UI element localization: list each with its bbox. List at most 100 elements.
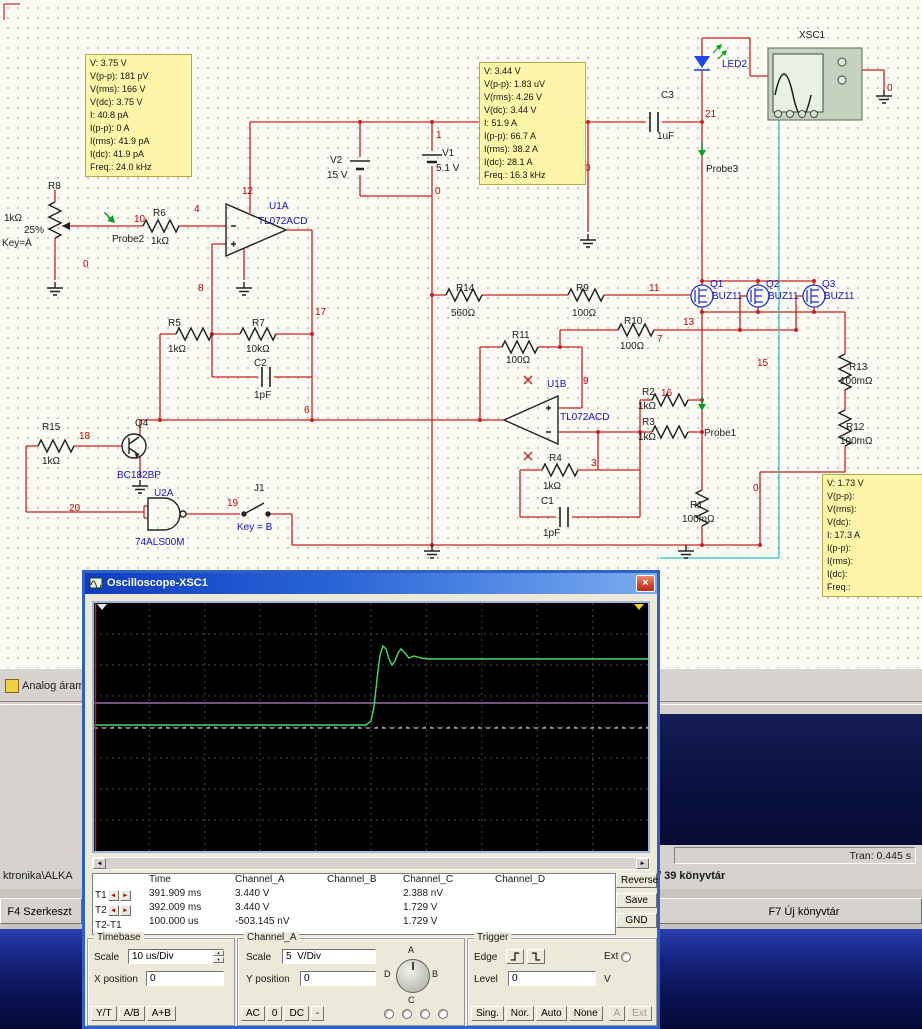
- trigger-ext-radio[interactable]: [621, 951, 632, 962]
- a-button[interactable]: A: [608, 1006, 626, 1021]
- probe-reading: I(rms): 38.2 A: [484, 144, 539, 154]
- xsc1-instrument-icon[interactable]: [767, 47, 863, 121]
- f4-edit-button[interactable]: F4 Szerkeszt: [0, 898, 82, 924]
- trigger-level-input[interactable]: [508, 971, 596, 986]
- titlebar[interactable]: Oscilloscope-XSC1 ×: [85, 573, 657, 594]
- knob-letter: A: [408, 945, 415, 955]
- schematic-sheet[interactable]: R8 1kΩ 25% Key=A Probe2 R6 1kΩ R5 1kΩ R7 10kΩ C2 1pF…: [0, 0, 922, 668]
- timebase-scale-spinner[interactable]: ▲ ▼: [213, 950, 224, 963]
- cursor-value: 3.440 V: [235, 902, 270, 913]
- led-symbol[interactable]: [694, 44, 727, 71]
- cursor-prev-button[interactable]: ◄: [107, 890, 119, 901]
- cursor-label: T1: [95, 890, 107, 901]
- ac-button[interactable]: AC: [241, 1006, 265, 1021]
- channel-select-knob[interactable]: [396, 959, 430, 993]
- timebase-xpos-label: X position: [94, 974, 138, 985]
- probe-reading: V(dc): 3.44 V: [484, 105, 537, 115]
- column-header: Time: [149, 874, 171, 885]
- probe-reading: V(rms): 4.26 V: [484, 92, 543, 102]
- cursor-label: T2: [95, 905, 107, 916]
- cursor-value: 1.729 V: [403, 916, 438, 927]
- a-b-button[interactable]: A+B: [146, 1006, 176, 1021]
- save-button[interactable]: Save: [616, 893, 657, 908]
- probe-arrows[interactable]: [100, 141, 707, 412]
- none-button[interactable]: None: [568, 1006, 603, 1021]
- channel-radio[interactable]: [420, 1009, 430, 1019]
- timebase-xpos-input[interactable]: [146, 971, 224, 986]
- rising-edge-button[interactable]: [506, 949, 524, 964]
- cursor-next-button[interactable]: ►: [119, 905, 131, 916]
- timebase-legend: Timebase: [94, 932, 144, 943]
- channel-a-group: Channel_A Scale Y position AC0DC- A B C D: [237, 932, 465, 1026]
- probe-reading: V(p-p): 181 pV: [90, 71, 149, 81]
- probe-reading: I(dc): 28.1 A: [484, 157, 533, 167]
- channel-a-ypos-input[interactable]: [300, 971, 376, 986]
- cursor-value: 2.388 nV: [403, 888, 444, 899]
- scope-hscrollbar[interactable]: ◄ ►: [92, 857, 650, 870]
- trigger-legend: Trigger: [474, 932, 512, 943]
- reverse-button[interactable]: Reverse: [616, 873, 658, 888]
- probe-reading: V(rms): 166 V: [90, 84, 146, 94]
- --button[interactable]: -: [310, 1006, 325, 1021]
- toolbar-icon[interactable]: [5, 679, 19, 693]
- sheet-border-corner: [3, 3, 20, 20]
- a-b-button[interactable]: A/B: [118, 1006, 145, 1021]
- scope-channel-wire[interactable]: [660, 120, 780, 559]
- channel-a-coupling-buttons: AC 0 DC -: [241, 1006, 325, 1021]
- probe-reading: I(rms):: [827, 556, 853, 566]
- cursor1-marker-icon[interactable]: [97, 604, 107, 610]
- probe-reading: V(dc): 3.75 V: [90, 97, 143, 107]
- auto-button[interactable]: Auto: [536, 1006, 567, 1021]
- cursor-value: [495, 902, 577, 916]
- trigger-ext: Ext: [604, 951, 632, 962]
- trigger-group: Trigger Edge Ext Level V Sing.Nor.AutoNo…: [467, 932, 657, 1026]
- trigger-edge-label: Edge: [474, 952, 498, 963]
- cursor-value: 392.009 ms: [149, 902, 202, 913]
- probe-reading: I(p-p):: [827, 543, 852, 553]
- scope-body: ◄ ► T1 ◄ ► T2 ◄ ► T2-T1 Time Channel_A Channel_B…: [85, 594, 658, 1026]
- 0-button[interactable]: 0: [266, 1006, 283, 1021]
- spin-down-icon[interactable]: ▼: [213, 957, 224, 963]
- ext-button[interactable]: Ext: [627, 1006, 652, 1021]
- mosfet-symbols[interactable]: [690, 284, 826, 308]
- scope-cursor-readout: T1 ◄ ► T2 ◄ ► T2-T1 Time Channel_A Channel_B Chan…: [92, 873, 616, 935]
- probe-reading: I(dc):: [827, 569, 848, 579]
- probe-reading: V: 3.75 V: [90, 58, 127, 68]
- channel-radio[interactable]: [384, 1009, 394, 1019]
- oscilloscope-window[interactable]: Oscilloscope-XSC1 × ◄ ► T1 ◄ ► T2 ◄ ► T2…: [82, 570, 660, 1029]
- channel-a-scale-input[interactable]: [282, 949, 376, 964]
- channel-a-legend: Channel_A: [244, 932, 300, 943]
- channel-radio[interactable]: [402, 1009, 412, 1019]
- channel-radio[interactable]: [438, 1009, 448, 1019]
- f7-new-folder-button[interactable]: F7 Új könyvtár: [654, 898, 922, 924]
- cursor-value: [327, 916, 403, 930]
- nor--button[interactable]: Nor.: [505, 1006, 535, 1021]
- dc-button[interactable]: DC: [284, 1006, 309, 1021]
- knob-letter: B: [432, 969, 439, 979]
- cursor-labels: T1 ◄ ► T2 ◄ ► T2-T1: [93, 874, 149, 934]
- timebase-scale-input[interactable]: [128, 949, 224, 964]
- scope-plot: [94, 603, 648, 851]
- trigger-disabled-buttons: A Ext: [608, 1006, 652, 1021]
- led-emission-arrows: [712, 44, 727, 60]
- status-bar: Tran: 0.445 s: [654, 845, 922, 866]
- sing--button[interactable]: Sing.: [471, 1006, 504, 1021]
- spin-up-icon[interactable]: ▲: [213, 950, 224, 956]
- cursor2-marker-icon[interactable]: [634, 604, 644, 610]
- cursor-prev-button[interactable]: ◄: [107, 905, 119, 916]
- probe-reading: I: 17.3 A: [827, 530, 861, 540]
- scope-screen[interactable]: [92, 601, 650, 853]
- probe-reading: Freq.: 16.3 kHz: [484, 170, 546, 180]
- scroll-right-button[interactable]: ►: [636, 858, 649, 869]
- falling-edge-button[interactable]: [527, 949, 545, 964]
- probe-reading: V(p-p): 1.83 uV: [484, 79, 546, 89]
- scroll-left-button[interactable]: ◄: [93, 858, 106, 869]
- close-button[interactable]: ×: [636, 575, 655, 592]
- trigger-unit-label: V: [604, 974, 611, 985]
- gnd-button[interactable]: GND: [616, 913, 657, 928]
- window-icon: [89, 577, 103, 590]
- probe-reading: Freq.:: [827, 582, 851, 592]
- y-t-button[interactable]: Y/T: [91, 1006, 117, 1021]
- probe-reading: V(p-p):: [827, 491, 855, 501]
- cursor-next-button[interactable]: ►: [119, 890, 131, 901]
